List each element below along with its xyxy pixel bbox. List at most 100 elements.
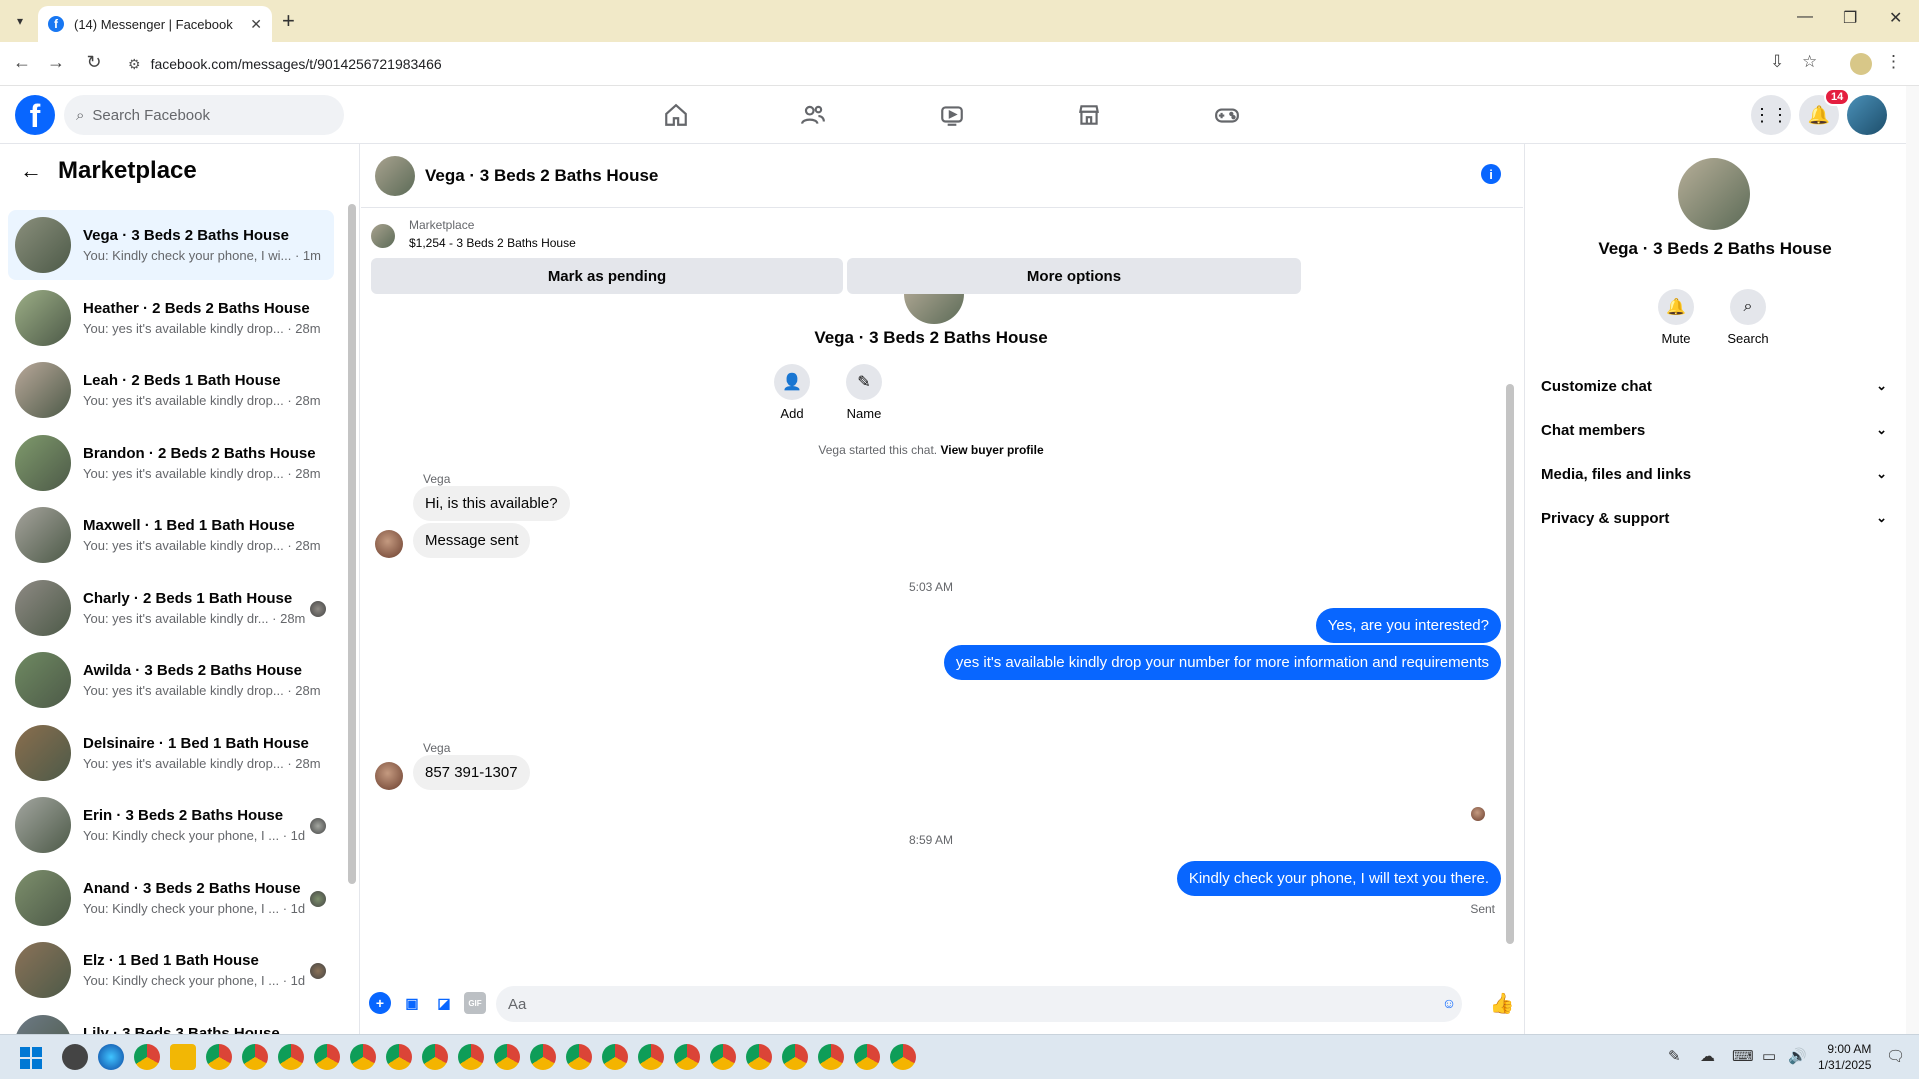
chat-members-section[interactable]: Chat members ⌄ — [1541, 408, 1887, 452]
thumbs-up-icon[interactable]: 👍 — [1490, 992, 1515, 1015]
chrome-icon[interactable] — [350, 1044, 376, 1070]
mute-button[interactable]: 🔔 Mute — [1646, 289, 1706, 346]
chrome-icon[interactable] — [566, 1044, 592, 1070]
bookmark-star-icon[interactable]: ☆ — [1802, 52, 1817, 72]
chrome-icon[interactable] — [242, 1044, 268, 1070]
gaming-icon[interactable] — [1207, 100, 1247, 130]
marketplace-icon[interactable] — [1069, 100, 1109, 130]
chrome-icon[interactable] — [602, 1044, 628, 1070]
chrome-icon[interactable] — [458, 1044, 484, 1070]
chrome-icon[interactable] — [890, 1044, 916, 1070]
chat-scrollbar[interactable] — [1504, 304, 1516, 964]
home-icon[interactable] — [656, 100, 696, 130]
chrome-icon[interactable] — [206, 1044, 232, 1070]
conversation-item[interactable]: Elz · 1 Bed 1 Bath House You: Kindly chec… — [8, 935, 334, 1005]
chrome-icon[interactable] — [530, 1044, 556, 1070]
chrome-icon[interactable] — [422, 1044, 448, 1070]
incoming-message[interactable]: 857 391-1307 — [413, 755, 530, 790]
facebook-logo-icon[interactable]: f — [15, 95, 55, 135]
task-view-icon[interactable] — [62, 1044, 88, 1070]
sender-avatar[interactable] — [375, 530, 403, 558]
plus-icon[interactable]: + — [369, 992, 391, 1014]
chrome-icon[interactable] — [386, 1044, 412, 1070]
incoming-message[interactable]: Hi, is this available? — [413, 486, 570, 521]
conversation-item[interactable]: Charly · 2 Beds 1 Bath House You: yes it'… — [8, 573, 334, 643]
onedrive-icon[interactable]: ☁ — [1700, 1047, 1715, 1065]
browser-tab[interactable]: f (14) Messenger | Facebook ✕ — [38, 6, 272, 42]
page-scrollbar[interactable] — [1906, 86, 1919, 1034]
conversation-item[interactable]: Heather · 2 Beds 2 Baths House You: yes i… — [8, 283, 334, 353]
friends-icon[interactable] — [793, 100, 833, 130]
incoming-message[interactable]: Message sent — [413, 523, 531, 558]
chat-title[interactable]: Vega · 3 Beds 2 Baths House — [425, 166, 658, 186]
outgoing-message[interactable]: Yes, are you interested? — [1315, 608, 1501, 643]
browser-profile-avatar[interactable] — [1850, 53, 1872, 75]
conversation-item[interactable]: Awilda · 3 Beds 2 Baths House You: yes it… — [8, 645, 334, 715]
address-bar[interactable]: ⚙ facebook.com/messages/t/90142567219834… — [118, 48, 1773, 80]
minimize-window-icon[interactable]: — — [1797, 8, 1813, 26]
conversation-item[interactable]: Vega · 3 Beds 2 Baths House You: Kindly c… — [8, 210, 334, 280]
privacy-support-section[interactable]: Privacy & support ⌄ — [1541, 496, 1887, 540]
conversation-item[interactable]: Maxwell · 1 Bed 1 Bath House You: yes it'… — [8, 500, 334, 570]
chat-avatar[interactable] — [375, 155, 415, 196]
sidebar-scrollbar[interactable] — [346, 164, 358, 1034]
chat-profile-picture[interactable] — [1678, 158, 1750, 230]
conversation-item[interactable]: Brandon · 2 Beds 2 Baths House You: yes i… — [8, 428, 334, 498]
chrome-icon[interactable] — [818, 1044, 844, 1070]
add-people-button[interactable]: 👤 Add — [762, 364, 822, 421]
file-explorer-icon[interactable] — [170, 1044, 196, 1070]
conversation-item[interactable]: Erin · 3 Beds 2 Baths House You: Kindly c… — [8, 790, 334, 860]
chrome-icon[interactable] — [314, 1044, 340, 1070]
customize-chat-section[interactable]: Customize chat ⌄ — [1541, 364, 1887, 408]
gif-icon[interactable]: GIF — [464, 992, 486, 1014]
windows-start-icon[interactable] — [20, 1047, 42, 1069]
browser-menu-icon[interactable]: ⋮ — [1885, 52, 1902, 72]
chrome-icon[interactable] — [854, 1044, 880, 1070]
conversation-item[interactable]: Delsinaire · 1 Bed 1 Bath House You: yes … — [8, 718, 334, 788]
chrome-icon[interactable] — [494, 1044, 520, 1070]
outgoing-message[interactable]: Kindly check your phone, I will text you… — [1176, 861, 1501, 896]
back-arrow-icon[interactable]: ← — [20, 158, 42, 184]
outgoing-message[interactable]: yes it's available kindly drop your numb… — [943, 645, 1501, 680]
forward-arrow-icon[interactable]: → — [44, 52, 68, 73]
emoji-icon[interactable]: ☺ — [1438, 992, 1460, 1014]
more-options-button[interactable]: More options — [847, 258, 1301, 294]
conversation-item[interactable]: Leah · 2 Beds 1 Bath House You: yes it's … — [8, 355, 334, 425]
menu-grid-icon[interactable]: ⋮⋮ — [1751, 95, 1791, 135]
account-avatar[interactable] — [1847, 95, 1887, 135]
tab-search-button[interactable]: ▾ — [8, 10, 32, 32]
search-in-chat-button[interactable]: ⌕ Search — [1718, 289, 1778, 346]
keyboard-icon[interactable]: ⌨ — [1732, 1047, 1754, 1065]
notification-center-icon[interactable]: 🗨 — [1886, 1047, 1905, 1065]
volume-icon[interactable]: 🔊 — [1788, 1047, 1807, 1065]
mark-as-pending-button[interactable]: Mark as pending — [371, 258, 843, 294]
edge-icon[interactable] — [98, 1044, 124, 1070]
network-icon[interactable]: ▭ — [1762, 1047, 1776, 1065]
chrome-icon[interactable] — [674, 1044, 700, 1070]
sticker-icon[interactable]: ◪ — [433, 992, 455, 1014]
chrome-icon[interactable] — [278, 1044, 304, 1070]
conversation-item[interactable]: Anand · 3 Beds 2 Baths House You: Kindly … — [8, 863, 334, 933]
conversation-item[interactable]: Lily · 3 Beds 3 Baths HouseLily: Scam · … — [8, 1008, 334, 1034]
edit-name-button[interactable]: ✎ Name — [834, 364, 894, 421]
video-icon[interactable] — [932, 100, 972, 130]
site-info-icon[interactable]: ⚙ — [128, 56, 141, 73]
close-tab-icon[interactable]: ✕ — [250, 16, 262, 33]
chrome-icon[interactable] — [710, 1044, 736, 1070]
message-input[interactable]: Aa — [496, 986, 1462, 1022]
reload-icon[interactable]: ↻ — [82, 52, 106, 73]
chrome-icon[interactable] — [782, 1044, 808, 1070]
new-tab-button[interactable]: + — [282, 8, 295, 34]
listing-bar[interactable]: Marketplace $1,254 - 3 Beds 2 Baths Hous… — [371, 216, 576, 252]
chrome-icon[interactable] — [746, 1044, 772, 1070]
info-icon[interactable]: i — [1481, 164, 1501, 184]
sender-avatar[interactable] — [375, 762, 403, 790]
view-buyer-profile-link[interactable]: View buyer profile — [940, 443, 1043, 457]
chrome-icon[interactable] — [134, 1044, 160, 1070]
install-app-icon[interactable]: ⇩ — [1770, 52, 1784, 72]
facebook-search-input[interactable]: ⌕ Search Facebook — [64, 95, 344, 135]
close-window-icon[interactable]: ✕ — [1889, 8, 1902, 28]
restore-window-icon[interactable]: ❐ — [1843, 8, 1857, 28]
pen-icon[interactable]: ✎ — [1668, 1047, 1681, 1065]
photo-icon[interactable]: ▣ — [401, 992, 423, 1014]
